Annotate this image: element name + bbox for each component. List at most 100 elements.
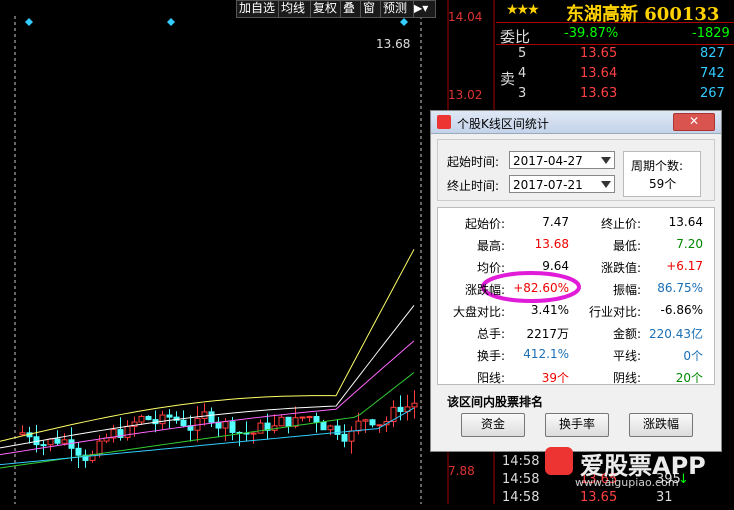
stat-label: 最低:: [612, 239, 641, 253]
marker-icon: [167, 18, 175, 26]
toolbar-button-2[interactable]: 复权: [310, 0, 344, 18]
stat-label: 阴线:: [612, 371, 641, 385]
dialog-titlebar[interactable]: 个股K线区间统计 ✕: [431, 111, 721, 134]
start-time-label: 起始时间:: [447, 155, 500, 169]
stat-value: 220.43亿: [649, 327, 703, 341]
candle-body: [299, 416, 306, 419]
sell-row: 5 13.65 827: [518, 46, 725, 61]
marker-icon: [400, 18, 408, 26]
start-date-select[interactable]: 2017-04-27: [509, 151, 615, 169]
candle-body: [306, 416, 313, 419]
candle-body: [320, 421, 327, 431]
marker-icon: [25, 18, 33, 26]
candle-body: [159, 414, 166, 425]
close-button[interactable]: ✕: [673, 113, 715, 131]
candle-body: [222, 421, 229, 429]
period-label: 周期个数:: [631, 159, 684, 173]
candle-body: [75, 447, 82, 456]
stat-value: 7.20: [676, 237, 703, 251]
price-label-top: 14.04: [448, 10, 483, 24]
period-value: 59个: [649, 177, 677, 191]
stat-label: 涨跌值:: [600, 261, 641, 275]
ma-line: [0, 372, 415, 469]
toolbar-button-0[interactable]: 加自选: [236, 0, 282, 18]
stat-value: +82.60%: [513, 281, 569, 295]
candle-body: [124, 425, 131, 438]
stat-label: 振幅:: [612, 283, 641, 297]
end-date-select[interactable]: 2017-07-21: [509, 175, 615, 193]
app-logo-icon: [437, 115, 451, 129]
stat-value: 0个: [683, 349, 703, 363]
rank-turnover-button[interactable]: 换手率: [545, 413, 609, 437]
interval-stats-dialog: 个股K线区间统计 ✕ 起始时间: 2017-04-27 终止时间: 2017-0…: [430, 110, 722, 452]
candle-body: [313, 416, 320, 423]
candle-body: [145, 415, 152, 421]
stat-label: 行业对比:: [588, 305, 641, 319]
stat-value: +6.17: [666, 259, 703, 273]
watermark-logo-icon: [545, 447, 573, 475]
candle-body: [54, 438, 61, 444]
candle-body: [376, 424, 383, 427]
stat-value: 20个: [675, 371, 703, 385]
ratio-value: -39.87%: [564, 26, 619, 41]
candle-body: [369, 419, 376, 426]
stat-value: 86.75%: [657, 281, 703, 295]
max-price-marker: 13.68: [376, 37, 411, 51]
stat-value: 13.64: [668, 215, 703, 229]
chevron-down-icon: [601, 157, 611, 164]
toolbar-button-5[interactable]: 预测: [380, 0, 414, 18]
candle-body: [229, 421, 236, 433]
sell-row: 3 13.63 267: [518, 86, 725, 101]
stat-label: 阳线:: [476, 371, 505, 385]
stat-label: 金额:: [612, 327, 641, 341]
dialog-title: 个股K线区间统计: [457, 117, 549, 131]
candle-body: [138, 415, 145, 423]
stat-label: 总手:: [476, 327, 505, 341]
candle-body: [40, 444, 47, 447]
stat-value: 9.64: [542, 259, 569, 273]
ratio-diff: -1829: [692, 26, 730, 41]
candle-body: [19, 432, 26, 436]
stat-value: 2217万: [526, 327, 569, 341]
candle-body: [166, 414, 173, 418]
stat-label: 涨跌幅:: [464, 283, 505, 297]
candle-body: [47, 438, 54, 446]
stat-value: 3.41%: [530, 303, 569, 317]
stat-label: 起始价:: [464, 217, 505, 231]
candle-body: [327, 425, 334, 431]
watermark-url: www.aigupiao.com: [575, 476, 679, 489]
stars-icon: ★★★: [506, 2, 540, 18]
candle-body: [362, 419, 369, 422]
stat-label: 平线:: [612, 349, 641, 363]
stat-label: 换手:: [476, 349, 505, 363]
stat-value: 39个: [541, 371, 569, 385]
candle-body: [61, 439, 68, 444]
tick-row: 14:58 13.65 31: [502, 490, 673, 505]
stat-value: 13.68: [534, 237, 569, 251]
stat-label: 最高:: [476, 239, 505, 253]
rank-change-button[interactable]: 涨跌幅: [629, 413, 693, 437]
stat-label: 大盘对比:: [452, 305, 505, 319]
candle-body: [341, 433, 348, 442]
end-time-label: 终止时间:: [447, 179, 500, 193]
stat-label: 终止价:: [600, 217, 641, 231]
rank-title: 该区间内股票排名: [447, 395, 544, 409]
candle-body: [397, 406, 404, 413]
price-label-low: 7.88: [448, 464, 475, 478]
candle-body: [285, 416, 292, 427]
stat-label: 均价:: [476, 261, 505, 275]
rank-fund-button[interactable]: 资金: [461, 413, 525, 437]
toolbar-button-1[interactable]: 均线: [278, 0, 314, 18]
candle-body: [96, 440, 103, 455]
stat-value: 412.1%: [523, 347, 569, 361]
candle-body: [201, 411, 208, 419]
candle-body: [348, 430, 355, 442]
candle-body: [257, 422, 264, 434]
stat-value: -6.86%: [660, 303, 703, 317]
stat-value: 7.47: [542, 215, 569, 229]
candle-body: [215, 421, 222, 429]
candle-body: [250, 432, 257, 435]
candle-body: [278, 416, 285, 427]
candle-body: [180, 419, 187, 427]
candle-body: [208, 411, 215, 423]
